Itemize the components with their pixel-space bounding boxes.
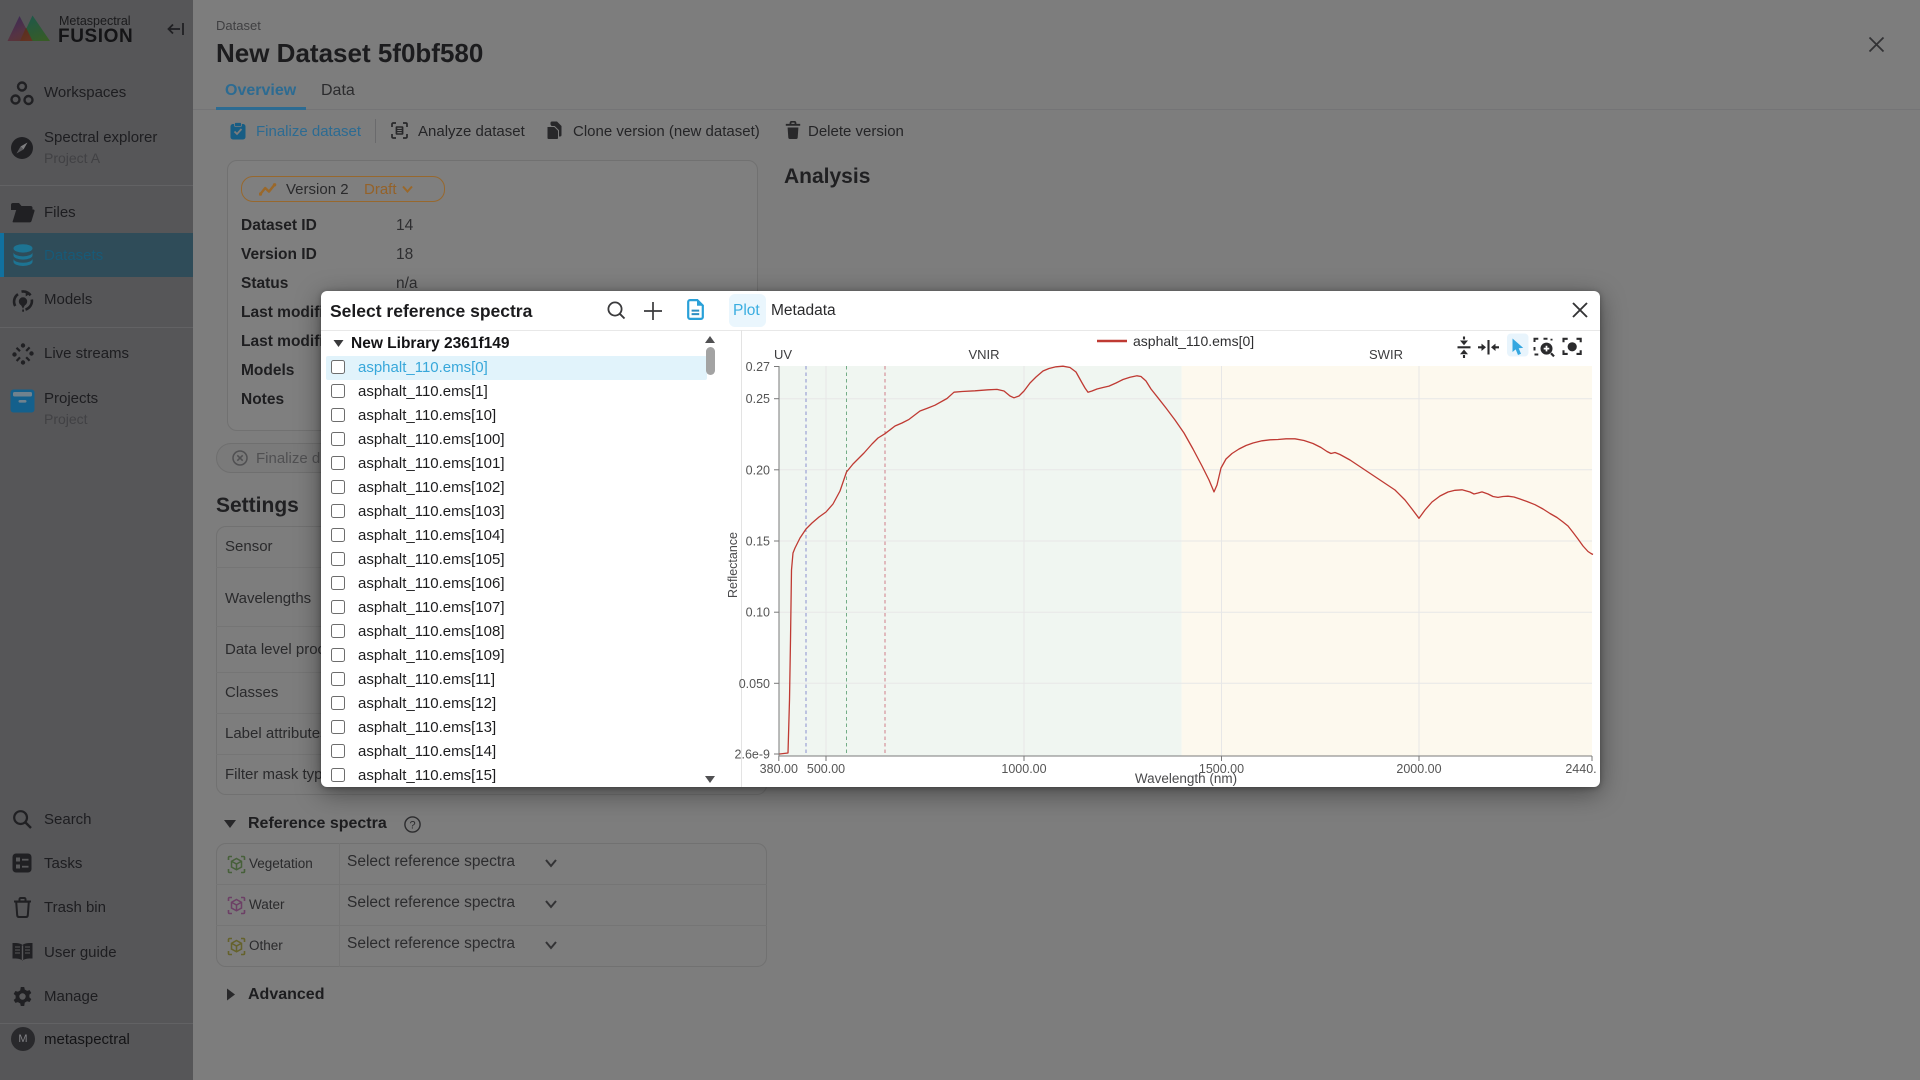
svg-text:2000.00: 2000.00 — [1396, 762, 1441, 776]
svg-text:0.10: 0.10 — [746, 606, 770, 620]
svg-text:0.20: 0.20 — [746, 463, 770, 477]
svg-text:2.6e-9: 2.6e-9 — [735, 748, 770, 762]
svg-text:1000.00: 1000.00 — [1001, 762, 1046, 776]
svg-text:SWIR: SWIR — [1369, 347, 1403, 362]
svg-text:Wavelength (nm): Wavelength (nm) — [1135, 771, 1237, 786]
svg-text:380.00: 380.00 — [760, 762, 798, 776]
svg-text:UV: UV — [774, 347, 792, 362]
svg-text:0.15: 0.15 — [746, 535, 770, 549]
svg-text:0.050: 0.050 — [739, 677, 770, 691]
svg-text:2440.: 2440. — [1565, 762, 1596, 776]
svg-text:asphalt_110.ems[0]: asphalt_110.ems[0] — [1133, 333, 1254, 349]
svg-text:0.25: 0.25 — [746, 392, 770, 406]
svg-text:Reflectance: Reflectance — [726, 532, 740, 598]
svg-text:500.00: 500.00 — [807, 762, 845, 776]
svg-text:VNIR: VNIR — [968, 347, 999, 362]
svg-text:?: ? — [409, 819, 415, 831]
svg-text:0.27: 0.27 — [746, 360, 770, 374]
